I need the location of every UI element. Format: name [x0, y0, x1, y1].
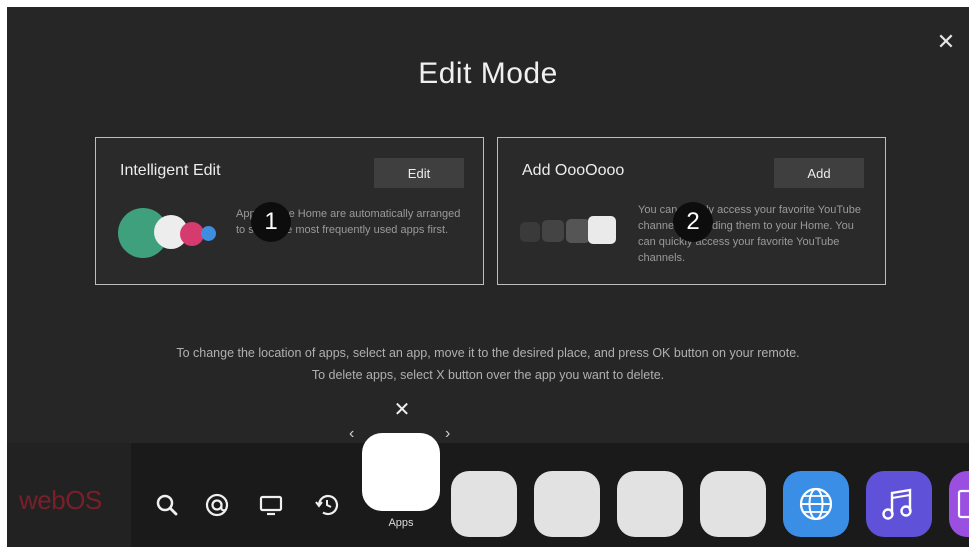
edit-button[interactable]: Edit: [374, 158, 464, 188]
webos-logo: webOS: [19, 485, 102, 515]
tile-light: [588, 216, 616, 244]
close-icon[interactable]: ✕: [935, 31, 957, 53]
delete-app-icon[interactable]: ✕: [392, 400, 412, 420]
card-title: Add OooOooo: [522, 162, 625, 179]
history-icon[interactable]: [313, 491, 341, 519]
logo-panel: webOS: [7, 443, 131, 547]
page-title: Edit Mode: [418, 57, 558, 90]
input-icon[interactable]: [203, 491, 231, 519]
step-badge: 1: [251, 202, 291, 242]
tv-icon[interactable]: [257, 491, 285, 519]
move-left-icon[interactable]: ‹: [349, 425, 354, 443]
launcher-bar: webOS Apps: [7, 433, 969, 547]
step-badge: 2: [673, 202, 713, 242]
card-description: You can quickly access your favorite You…: [638, 204, 861, 264]
gallery-app-tile[interactable]: [949, 471, 969, 537]
add-channel-card: Add OooOooo Add You can quickly access y…: [497, 137, 886, 285]
app-label: Apps: [388, 517, 414, 529]
edit-mode-screen: ✕ Edit Mode Intelligent Edit Edit Apps o…: [7, 7, 969, 547]
tile-dark: [542, 220, 564, 242]
intelligent-edit-card: Intelligent Edit Edit Apps on the Home a…: [95, 137, 484, 285]
tile-dark: [520, 222, 540, 242]
instruction-move: To change the location of apps, select a…: [176, 346, 800, 360]
browser-app-tile[interactable]: [783, 471, 849, 537]
blue-circle: [201, 226, 216, 241]
app-tile[interactable]: [534, 471, 600, 537]
card-title: Intelligent Edit: [120, 162, 221, 179]
music-app-tile[interactable]: [866, 471, 932, 537]
app-tile[interactable]: [700, 471, 766, 537]
tile-mid: [566, 219, 590, 243]
music-icon: [882, 488, 912, 520]
gallery-icon: [957, 489, 969, 519]
instruction-delete: To delete apps, select X button over the…: [311, 368, 665, 382]
app-tile[interactable]: [451, 471, 517, 537]
search-icon[interactable]: [153, 491, 181, 519]
globe-icon: [799, 487, 833, 521]
move-right-icon[interactable]: ›: [445, 425, 450, 443]
app-tile[interactable]: [617, 471, 683, 537]
app-tile-selected[interactable]: [362, 433, 440, 511]
add-button[interactable]: Add: [774, 158, 864, 188]
